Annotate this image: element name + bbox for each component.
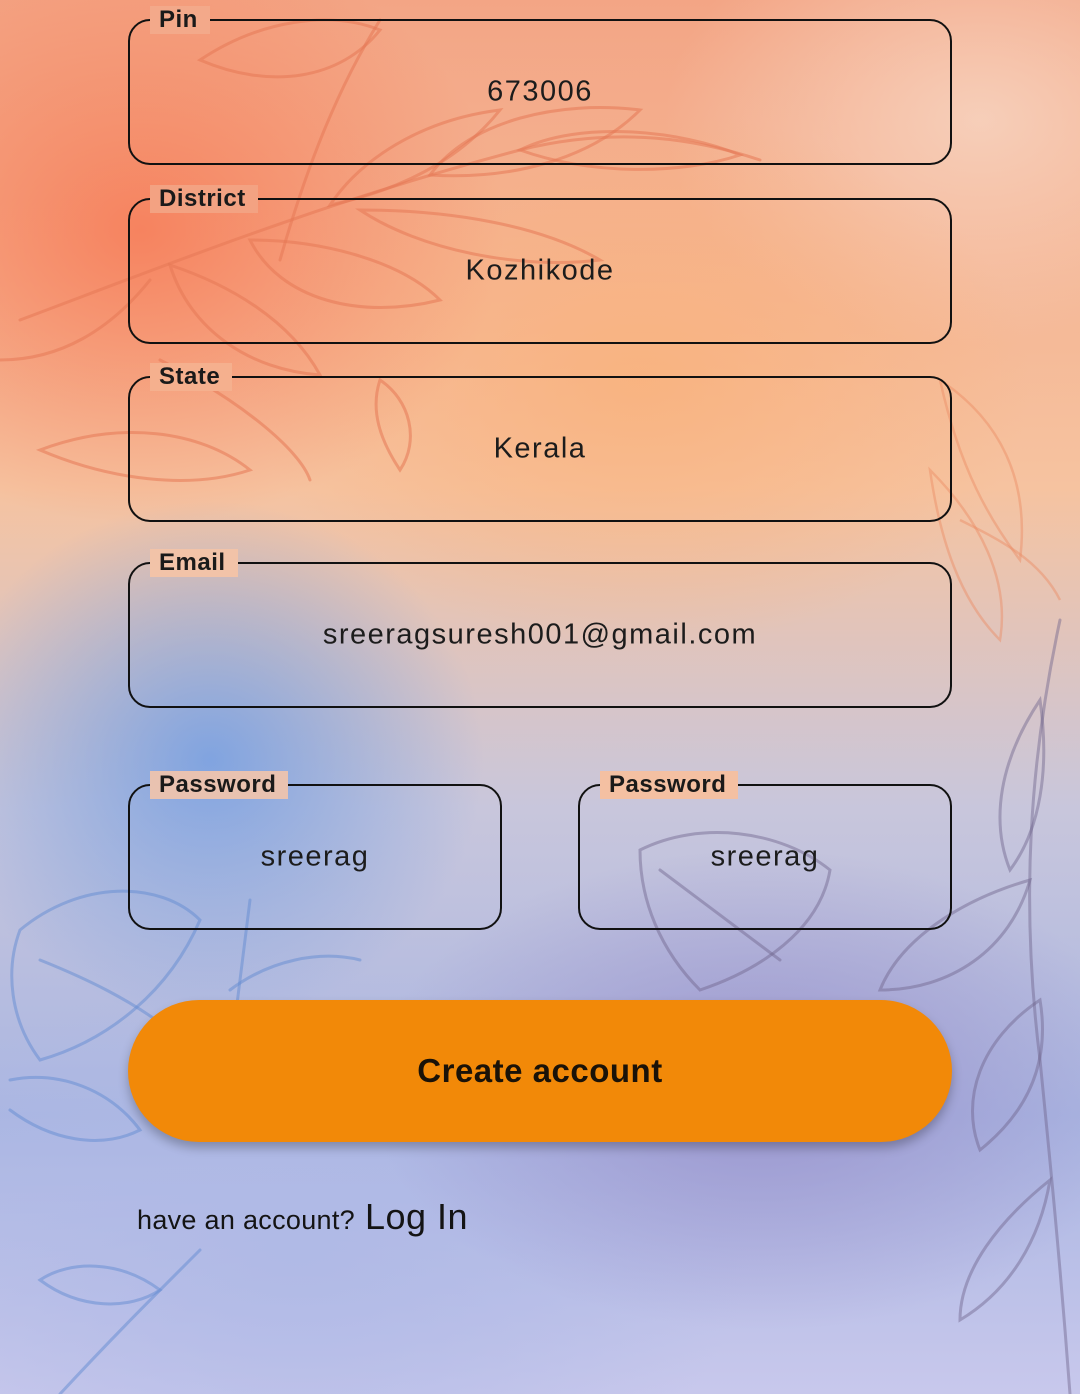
email-field[interactable]: Email sreeragsuresh001@gmail.com bbox=[128, 549, 952, 708]
login-prompt: have an account? bbox=[137, 1205, 355, 1235]
confirm-password-input[interactable]: sreerag bbox=[580, 841, 950, 874]
state-input[interactable]: Kerala bbox=[130, 433, 950, 466]
confirm-password-field[interactable]: Password sreerag bbox=[578, 771, 952, 930]
email-label: Email bbox=[150, 549, 238, 577]
login-row: have an account? Log In bbox=[137, 1196, 468, 1238]
state-label: State bbox=[150, 363, 233, 391]
pin-field[interactable]: Pin 673006 bbox=[128, 6, 952, 165]
district-label: District bbox=[150, 185, 258, 213]
password-input[interactable]: sreerag bbox=[130, 841, 500, 874]
district-field[interactable]: District Kozhikode bbox=[128, 185, 952, 344]
pin-input[interactable]: 673006 bbox=[130, 76, 950, 109]
password-label: Password bbox=[150, 771, 289, 799]
district-input[interactable]: Kozhikode bbox=[130, 255, 950, 288]
email-input[interactable]: sreeragsuresh001@gmail.com bbox=[130, 619, 950, 652]
password-field[interactable]: Password sreerag bbox=[128, 771, 502, 930]
login-link[interactable]: Log In bbox=[365, 1196, 468, 1238]
confirm-password-label: Password bbox=[600, 771, 739, 799]
create-account-label: Create account bbox=[417, 1052, 663, 1089]
state-field[interactable]: State Kerala bbox=[128, 363, 952, 522]
pin-label: Pin bbox=[150, 6, 210, 34]
create-account-button[interactable]: Create account bbox=[128, 1000, 952, 1142]
